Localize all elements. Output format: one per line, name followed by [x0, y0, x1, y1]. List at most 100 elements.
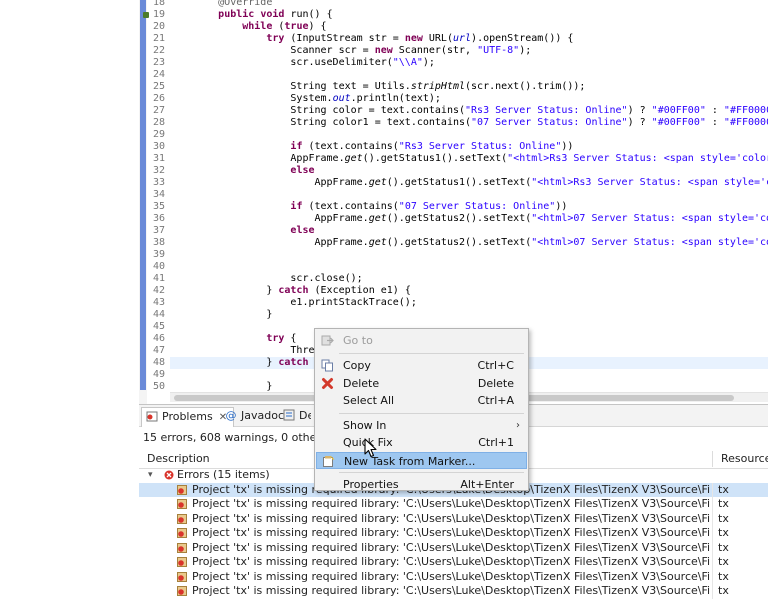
code-token: );	[422, 57, 435, 68]
code-token: stripHtml	[410, 81, 466, 92]
code-token: String color1 = text.contains(	[170, 117, 472, 128]
build-path-error-icon	[177, 513, 187, 524]
line-number: 35	[152, 201, 165, 212]
code-line[interactable]: System.out.println(text);	[170, 93, 768, 105]
problem-row[interactable]: Project 'tx' is missing required library…	[139, 540, 768, 556]
code-token: Scanner(str,	[392, 45, 478, 56]
line-number: 37	[152, 225, 165, 236]
overview-markers	[139, 0, 147, 404]
problem-row[interactable]: Project 'tx' is missing required library…	[139, 555, 768, 570]
code-token: URL(	[422, 33, 453, 44]
code-token: AppFrame.	[170, 213, 369, 224]
menu-item-label: Properties	[343, 478, 399, 491]
code-token: }	[170, 285, 279, 296]
column-separator	[712, 569, 713, 585]
code-token: ))	[555, 201, 568, 212]
line-number: 40	[152, 261, 165, 272]
menu-item-label: Delete	[343, 376, 380, 390]
problem-row[interactable]: Project 'tx' is missing required library…	[139, 526, 768, 541]
code-line[interactable]: public void run() {	[170, 9, 768, 21]
line-number: 20	[152, 21, 165, 32]
tab-label: Problems	[162, 410, 213, 423]
code-token: "<html>Rs3 Server Status: <span style='c…	[531, 177, 768, 188]
code-line[interactable]: while (true) {	[170, 21, 768, 33]
code-token: get	[368, 213, 387, 224]
code-line[interactable]	[170, 69, 768, 81]
collapse-icon[interactable]: ▾	[148, 468, 153, 482]
code-token: AppFrame.	[170, 237, 369, 248]
menu-item-quick-fix[interactable]: Quick Fix Ctrl+1	[316, 434, 527, 451]
problem-resource: tx	[718, 497, 729, 510]
code-line[interactable]: @Override	[170, 0, 768, 9]
build-path-error-icon	[177, 542, 187, 553]
code-token: Thread.	[170, 345, 333, 356]
problem-row[interactable]: Project 'tx' is missing required library…	[139, 497, 768, 512]
menu-item-select-all[interactable]: Select All Ctrl+A	[316, 392, 527, 409]
code-token: "<html>Rs3 Server Status: <span style='c…	[507, 153, 768, 164]
code-line[interactable]	[170, 189, 768, 201]
code-line[interactable]	[170, 261, 768, 273]
code-line[interactable]: try (InputStream str = new URL(url).open…	[170, 33, 768, 45]
code-line[interactable]: if (text.contains("Rs3 Server Status: On…	[170, 141, 768, 153]
code-line[interactable]	[170, 249, 768, 261]
code-line[interactable]: String color1 = text.contains("07 Server…	[170, 117, 768, 129]
menu-item-shortcut: Ctrl+A	[477, 394, 514, 407]
code-line[interactable]: AppFrame.get().getStatus2().setText("<ht…	[170, 213, 768, 225]
code-token: Scanner scr =	[170, 45, 375, 56]
menu-item-new-task-from-marker[interactable]: New Task from Marker...	[316, 451, 527, 469]
line-number: 21	[152, 33, 165, 44]
menu-item-show-in[interactable]: Show In ›	[316, 417, 527, 434]
code-line[interactable]: String color = text.contains("Rs3 Server…	[170, 105, 768, 117]
line-number: 39	[152, 249, 165, 260]
tab-declaration[interactable]: Declaration	[279, 407, 311, 427]
override-marker-icon	[143, 12, 149, 18]
problem-row[interactable]: Project 'tx' is missing required library…	[139, 569, 768, 585]
line-number: 19	[152, 9, 165, 20]
code-line[interactable]: AppFrame.get().getStatus1().setText("<ht…	[170, 153, 768, 165]
menu-item-properties[interactable]: Properties Alt+Enter	[316, 476, 527, 493]
code-line[interactable]: AppFrame.get().getStatus1().setText("<ht…	[170, 177, 768, 189]
problem-row[interactable]: Project 'tx' is missing required library…	[139, 511, 768, 527]
problem-row[interactable]: Project 'tx' is missing required library…	[139, 584, 768, 599]
code-line[interactable]: e1.printStackTrace();	[170, 297, 768, 309]
line-number: 29	[152, 129, 165, 140]
code-token: true	[284, 21, 309, 32]
problem-description: Project 'tx' is missing required library…	[192, 511, 710, 525]
code-line[interactable]: AppFrame.get().getStatus2().setText("<ht…	[170, 237, 768, 249]
code-line[interactable]: }	[170, 309, 768, 321]
menu-item-shortcut: Alt+Enter	[460, 478, 514, 491]
code-token: ) {	[308, 21, 327, 32]
code-token: ().getStatus2().setText(	[386, 237, 532, 248]
tab-label: Declaration	[299, 409, 311, 422]
code-line[interactable]: if (text.contains("07 Server Status: Onl…	[170, 201, 768, 213]
code-token: :	[705, 117, 724, 128]
menu-item-copy[interactable]: Copy Ctrl+C	[316, 357, 527, 374]
code-token: String text = Utils.	[170, 81, 411, 92]
code-line[interactable]: scr.close();	[170, 273, 768, 285]
code-line[interactable]: Scanner scr = new Scanner(str, "UTF-8");	[170, 45, 768, 57]
line-number: 18	[152, 0, 165, 8]
code-line[interactable]: } catch (Exception e1) {	[170, 285, 768, 297]
code-token: catch	[278, 357, 309, 368]
problem-resource: tx	[718, 526, 729, 539]
problem-description: Project 'tx' is missing required library…	[192, 569, 710, 583]
code-line[interactable]: else	[170, 165, 768, 177]
menu-item-shortcut: Ctrl+C	[477, 358, 514, 372]
code-token: (InputStream str =	[284, 33, 405, 44]
code-line[interactable]: else	[170, 225, 768, 237]
code-line[interactable]: scr.useDelimiter("\\A");	[170, 57, 768, 69]
menu-item-delete[interactable]: Delete Delete	[316, 375, 527, 392]
line-number: 28	[152, 117, 165, 128]
line-number: 24	[152, 69, 165, 80]
line-number: 48	[152, 357, 165, 368]
line-number: 22	[152, 45, 165, 56]
code-line[interactable]: String text = Utils.stripHtml(scr.next()…	[170, 81, 768, 93]
code-token: e1.printStackTrace();	[170, 297, 417, 308]
code-line[interactable]	[170, 129, 768, 141]
build-path-error-icon	[177, 499, 187, 509]
code-token: ) ?	[627, 105, 652, 116]
